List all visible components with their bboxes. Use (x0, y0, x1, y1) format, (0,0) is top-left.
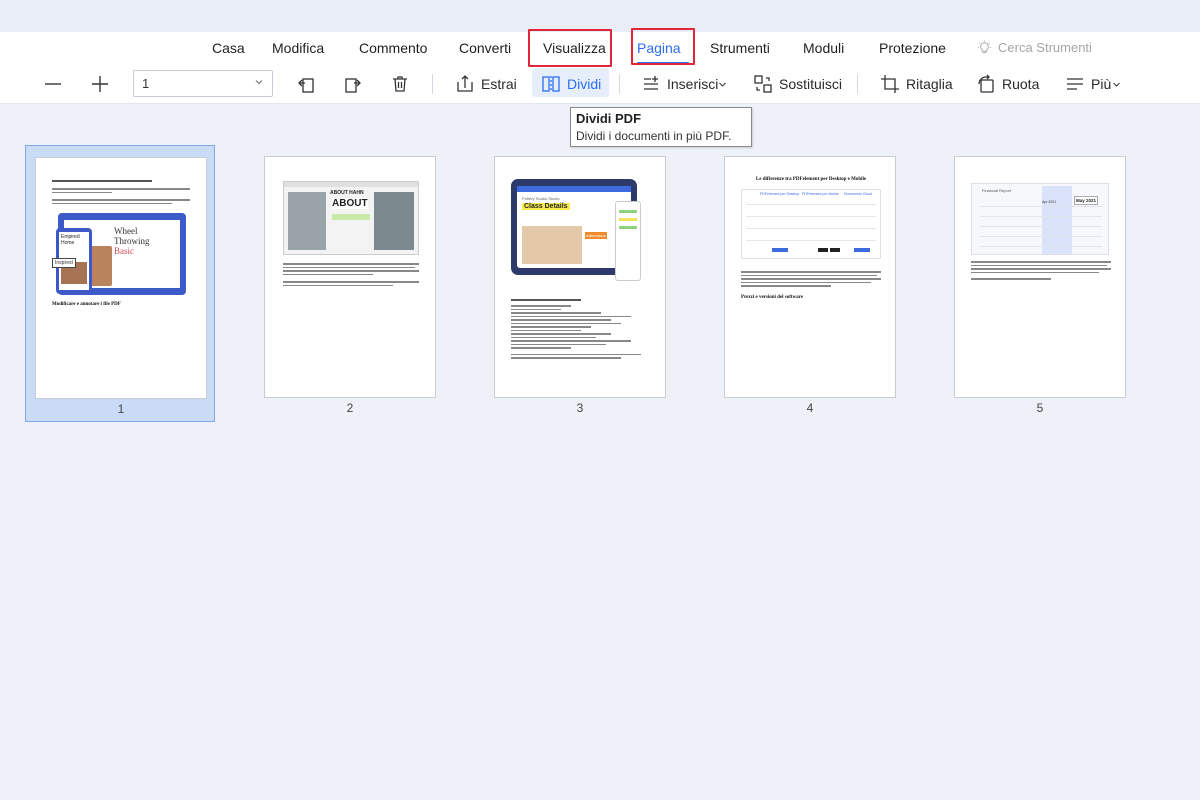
page-insert-right-icon (345, 78, 361, 93)
tooltip-description: Dividi i documenti in più PDF. (576, 129, 732, 143)
table-col-mobile: PDFelement per Mobile (802, 192, 839, 196)
table-col-cloud: Documento Cloud (844, 192, 873, 196)
menu-moduli[interactable]: Moduli (803, 40, 844, 56)
page-preview: Pottery Studio Studio Class Details Atte… (494, 156, 666, 398)
chevron-down-icon (1113, 82, 1121, 87)
tablet-title: Class Details (522, 203, 570, 210)
page-number-label: 2 (346, 401, 354, 415)
image-text-about: ABOUT (332, 198, 368, 209)
more-label: Più (1091, 76, 1112, 92)
more-button[interactable]: Più (1065, 70, 1121, 98)
page-thumbnail-3[interactable]: Pottery Studio Studio Class Details Atte… (485, 145, 675, 422)
replace-label: Sostituisci (779, 76, 843, 92)
menu-commento[interactable]: Commento (359, 40, 427, 56)
page-thumbnail-2[interactable]: ABOUT HAHN ABOUT 2 (255, 145, 445, 422)
extract-label: Estrai (481, 76, 517, 92)
chevron-down-icon (255, 80, 263, 85)
tablet-subtitle: Pottery Studio Studio (522, 196, 560, 201)
title-bar-strip (0, 0, 1200, 32)
page-4-subheading: Prezzi e versioni del software (741, 295, 804, 300)
page-1-heading: Modificare e annotare i file PDF (52, 302, 121, 307)
insert-page-after-button[interactable] (343, 70, 363, 98)
image-text-empired: Empired Home (61, 234, 80, 246)
image-text-basic: Basic (114, 246, 134, 256)
chevron-down-icon (719, 82, 727, 87)
zoom-in-button[interactable] (90, 70, 110, 98)
trash-icon (393, 76, 407, 92)
toolbar-separator (432, 74, 433, 94)
replace-button[interactable]: Sostituisci (753, 70, 842, 98)
insert-label: Inserisci (667, 76, 719, 92)
tablet-tag: Attendance (585, 232, 608, 239)
text-block (283, 261, 419, 288)
insert-button[interactable]: Inserisci (641, 70, 727, 98)
image-text-about-hahn: ABOUT HAHN (330, 190, 364, 196)
crop-button[interactable]: Ritaglia (880, 70, 953, 98)
zoom-out-button[interactable] (43, 70, 63, 98)
menu-strumenti[interactable]: Strumenti (710, 40, 770, 56)
page-number-label: 1 (117, 402, 125, 416)
extract-icon (457, 75, 473, 92)
page-number-label: 5 (1036, 401, 1044, 415)
insert-pages-icon (644, 76, 658, 90)
search-tools-label: Cerca Strumenti (998, 40, 1092, 55)
spreadsheet-image: Financial Report Apr 2021 May 2021 (971, 183, 1109, 255)
page-toolbar: 1 Estrai Dividi Inserisci Sostituisci Ri… (0, 66, 1200, 102)
page-number-label: 4 (806, 401, 814, 415)
rotate-button[interactable]: Ruota (976, 70, 1039, 98)
crop-label: Ritaglia (906, 76, 953, 92)
page-thumbnail-4[interactable]: Le differenze tra PDFelement per Desktop… (715, 145, 905, 422)
text-block (52, 178, 192, 206)
page-4-heading: Le differenze tra PDFelement per Desktop… (755, 177, 867, 182)
rotate-label: Ruota (1002, 76, 1040, 92)
page-number-select[interactable]: 1 (133, 70, 273, 97)
extract-button[interactable]: Estrai (455, 70, 517, 98)
phone-image (615, 201, 641, 281)
split-icon (542, 76, 560, 92)
dividi-highlight-box (528, 29, 612, 67)
page-preview: Le differenze tra PDFelement per Desktop… (724, 156, 896, 398)
page-thumbnail-1[interactable]: Wheel Throwing Basic Empired Home Inspir… (25, 145, 215, 422)
toolbar-separator (619, 74, 620, 94)
pagina-highlight-box (631, 28, 695, 65)
lightbulb-icon (977, 40, 992, 54)
minus-icon (45, 83, 61, 85)
split-label: Dividi (567, 76, 602, 92)
menu-converti[interactable]: Converti (459, 40, 511, 56)
tooltip-title: Dividi PDF (576, 111, 642, 126)
menu-protezione[interactable]: Protezione (879, 40, 946, 56)
crop-icon (881, 75, 899, 93)
delete-page-button[interactable] (390, 70, 410, 98)
spreadsheet-tag-may: May 2021 (1074, 196, 1099, 205)
page-insert-left-icon (298, 78, 314, 93)
toolbar-separator (857, 74, 858, 94)
plus-icon (92, 76, 108, 92)
page-number-value: 1 (142, 76, 150, 91)
text-block (741, 269, 881, 289)
search-tools[interactable]: Cerca Strumenti (977, 40, 1092, 55)
page-preview: ABOUT HAHN ABOUT (264, 156, 436, 398)
table-col-desktop: PDFelement per Desktop (760, 192, 800, 196)
spreadsheet-tag-apr: Apr 2021 (1042, 200, 1057, 204)
screenshot-image: ABOUT HAHN ABOUT (283, 181, 419, 255)
image-text-throwing: Throwing (114, 236, 150, 246)
rotate-icon (978, 74, 994, 93)
menu-modifica[interactable]: Modifica (272, 40, 324, 56)
split-button[interactable]: Dividi (541, 70, 601, 98)
page-number-label: 3 (576, 401, 584, 415)
insert-page-before-button[interactable] (296, 70, 316, 98)
text-block (511, 297, 651, 361)
split-tooltip: Dividi PDF Dividi i documenti in più PDF… (570, 107, 752, 147)
menu-casa[interactable]: Casa (212, 40, 245, 56)
page-preview: Wheel Throwing Basic Empired Home Inspir… (35, 157, 207, 399)
page-thumbnail-5[interactable]: Financial Report Apr 2021 May 2021 5 (945, 145, 1135, 422)
replace-icon (754, 75, 772, 93)
image-text-inspired: Inspired (52, 258, 76, 268)
more-lines-icon (1067, 78, 1083, 90)
text-block (971, 259, 1111, 282)
spreadsheet-header: Financial Report (982, 188, 1012, 193)
comparison-table: PDFelement per Desktop PDFelement per Mo… (741, 189, 881, 259)
page-preview: Financial Report Apr 2021 May 2021 (954, 156, 1126, 398)
image-text-wheel: Wheel (114, 226, 138, 236)
